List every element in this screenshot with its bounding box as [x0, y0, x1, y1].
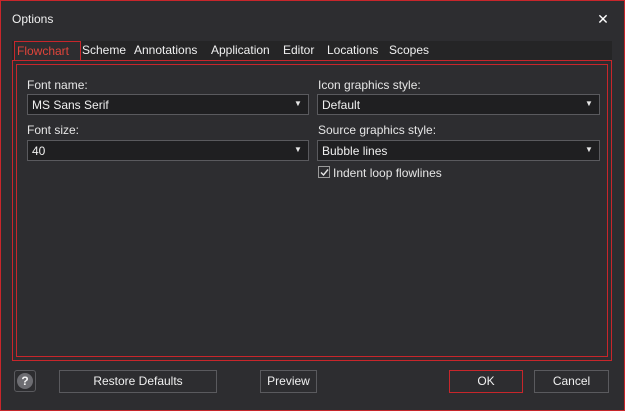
font-size-dropdown[interactable]: 40 ▼ — [27, 140, 309, 161]
icon-graphics-style-value: Default — [322, 98, 361, 112]
tab-annotations[interactable]: Annotations — [132, 41, 199, 60]
options-dialog: Options ✕ Flowchart Scheme Annotations A… — [0, 0, 625, 411]
tab-editor[interactable]: Editor — [281, 41, 316, 60]
source-graphics-style-dropdown[interactable]: Bubble lines ▼ — [317, 140, 600, 161]
preview-button[interactable]: Preview — [260, 370, 317, 393]
chevron-down-icon: ▼ — [585, 145, 593, 154]
title-bar[interactable]: Options ✕ — [1, 1, 624, 37]
chevron-down-icon: ▼ — [294, 145, 302, 154]
source-graphics-style-value: Bubble lines — [322, 144, 388, 158]
font-size-label: Font size: — [27, 123, 80, 137]
tab-locations[interactable]: Locations — [325, 41, 380, 60]
icon-graphics-style-dropdown[interactable]: Default ▼ — [317, 94, 600, 115]
tab-scheme[interactable]: Scheme — [80, 41, 128, 60]
tab-flowchart[interactable]: Flowchart — [14, 41, 81, 60]
chevron-down-icon: ▼ — [294, 99, 302, 108]
check-icon — [320, 169, 329, 177]
source-graphics-style-label: Source graphics style: — [318, 123, 437, 137]
help-button[interactable]: ? — [14, 370, 36, 392]
ok-button[interactable]: OK — [449, 370, 523, 393]
font-name-dropdown[interactable]: MS Sans Serif ▼ — [27, 94, 309, 115]
dialog-title: Options — [12, 12, 54, 26]
help-icon: ? — [17, 373, 33, 389]
font-size-value: 40 — [32, 144, 46, 158]
tab-scopes[interactable]: Scopes — [387, 41, 431, 60]
icon-graphics-style-label: Icon graphics style: — [318, 78, 421, 92]
restore-defaults-button[interactable]: Restore Defaults — [59, 370, 217, 393]
close-icon[interactable]: ✕ — [594, 10, 612, 28]
indent-loop-flowlines-checkbox[interactable] — [318, 166, 330, 178]
font-name-value: MS Sans Serif — [32, 98, 109, 112]
cancel-button[interactable]: Cancel — [534, 370, 609, 393]
chevron-down-icon: ▼ — [585, 99, 593, 108]
font-name-label: Font name: — [27, 78, 88, 92]
indent-loop-flowlines-label[interactable]: Indent loop flowlines — [333, 166, 442, 180]
tab-strip: Flowchart Scheme Annotations Application… — [12, 41, 612, 60]
tab-application[interactable]: Application — [209, 41, 272, 60]
